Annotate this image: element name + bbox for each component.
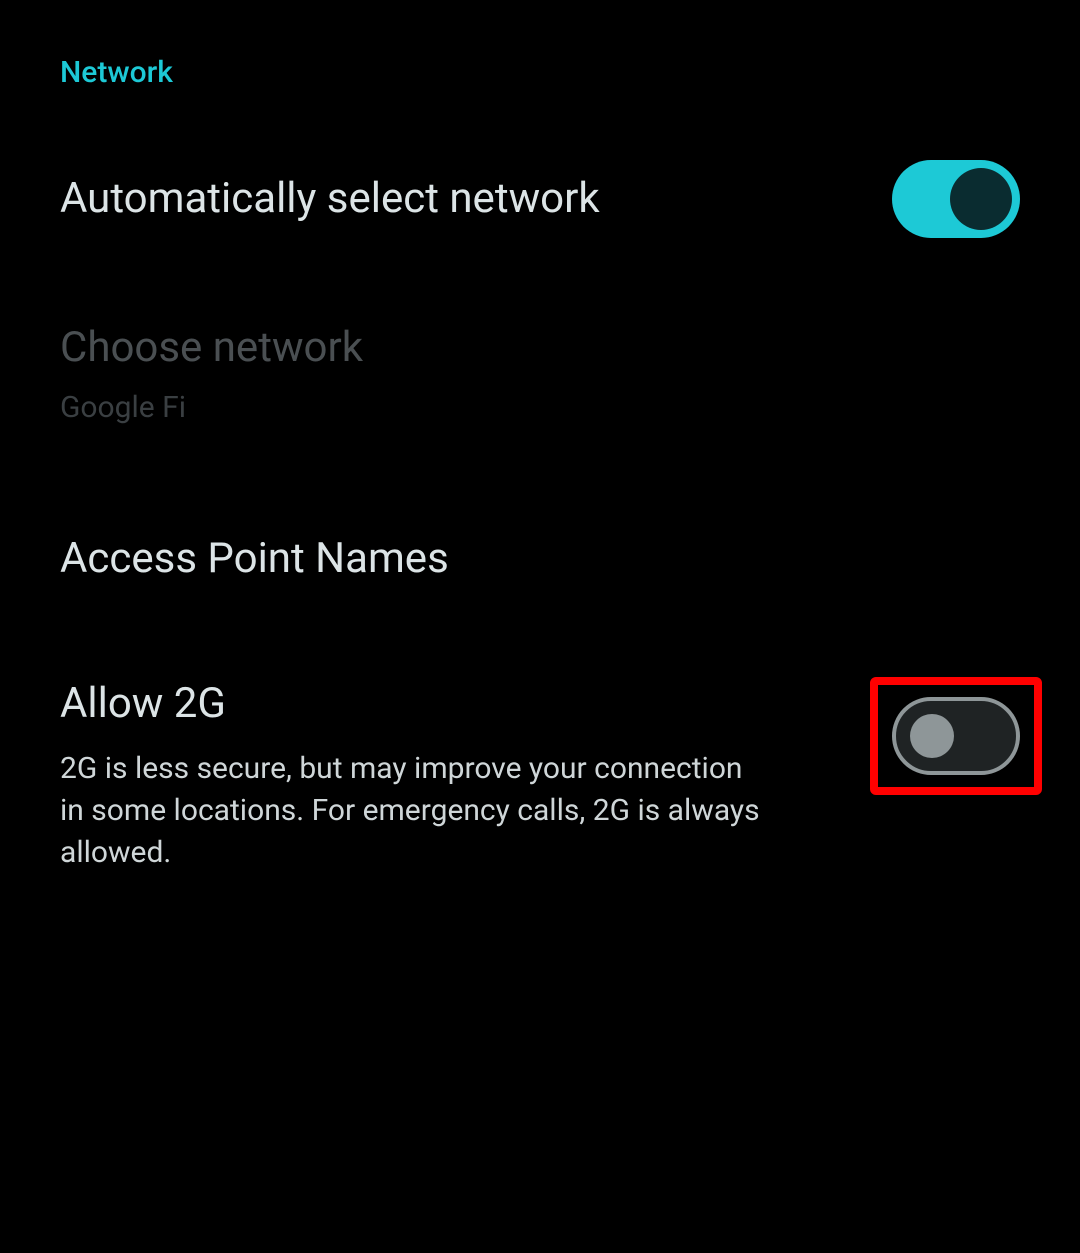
choose-network-title: Choose network <box>60 323 980 373</box>
auto-select-network-toggle[interactable] <box>892 160 1020 238</box>
allow-2g-title: Allow 2G <box>60 679 760 729</box>
section-header-network: Network <box>60 55 1020 90</box>
setting-choose-network: Choose network Google Fi <box>60 323 1020 429</box>
toggle-thumb <box>950 168 1012 230</box>
setting-auto-select-network[interactable]: Automatically select network <box>60 160 1020 238</box>
choose-network-value: Google Fi <box>60 388 980 429</box>
setting-access-point-names[interactable]: Access Point Names <box>60 534 1020 584</box>
allow-2g-toggle[interactable] <box>892 697 1020 775</box>
setting-allow-2g[interactable]: Allow 2G 2G is less secure, but may impr… <box>60 679 1020 873</box>
allow-2g-description: 2G is less secure, but may improve your … <box>60 748 760 874</box>
toggle-thumb <box>910 714 954 758</box>
apn-title: Access Point Names <box>60 534 980 584</box>
highlight-annotation <box>870 677 1042 795</box>
auto-select-network-title: Automatically select network <box>60 174 852 224</box>
